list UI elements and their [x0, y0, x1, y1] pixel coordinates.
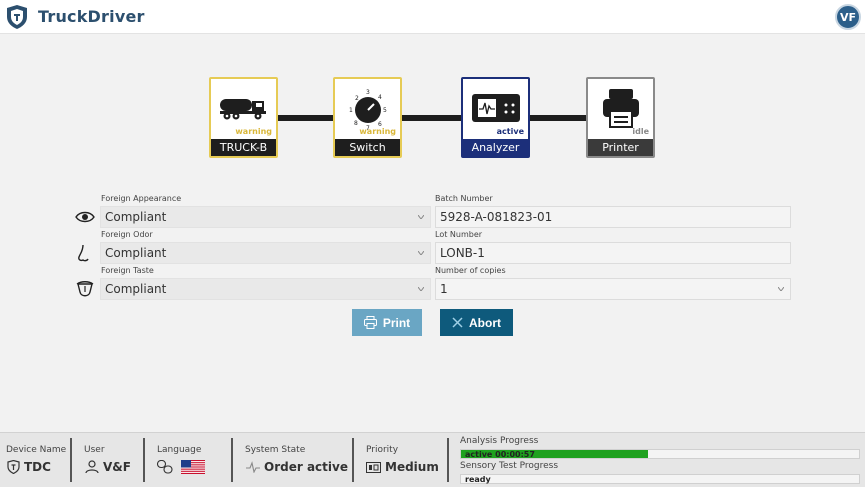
shield-logo-icon [7, 460, 20, 474]
dial-number: 1 [349, 107, 353, 114]
chevron-down-icon [778, 287, 784, 291]
batch-number-label: Batch Number [435, 194, 493, 203]
system-state-title: System State [245, 445, 306, 455]
sensory-progress-bar: ready [460, 474, 860, 484]
status-bar: Device Name TDC User V&F Language System… [0, 432, 865, 487]
translate-icon [157, 460, 173, 474]
switch-dial-icon: 1 2 3 4 5 6 7 8 [349, 89, 387, 130]
foreign-odor-value: Compliant [105, 246, 167, 260]
workflow-connector [270, 115, 590, 121]
foreign-odor-select[interactable]: Compliant [100, 242, 431, 264]
workflow-node-analyzer[interactable]: active Analyzer [461, 77, 530, 158]
node-state: warning [359, 127, 396, 136]
printer-icon [602, 89, 639, 128]
dial-number: 8 [354, 120, 358, 127]
dial-number: 3 [366, 89, 370, 96]
foreign-taste-select[interactable]: Compliant [100, 278, 431, 300]
chevron-down-icon [418, 287, 424, 291]
number-of-copies-select[interactable]: 1 [435, 278, 791, 300]
node-label: Analyzer [463, 139, 528, 156]
sensory-progress-text: ready [465, 475, 491, 484]
abort-button-label: Abort [469, 315, 501, 330]
priority-text: Medium [385, 460, 439, 474]
eye-icon [75, 211, 95, 223]
print-button[interactable]: Print [352, 309, 422, 336]
analysis-progress-title: Analysis Progress [460, 436, 539, 446]
shield-logo-icon [7, 5, 27, 29]
foreign-odor-label: Foreign Odor [101, 230, 153, 239]
abort-button[interactable]: Abort [440, 309, 513, 336]
workflow-node-switch[interactable]: 1 2 3 4 5 6 7 8 warning Switch [333, 77, 402, 158]
sensory-progress-title: Sensory Test Progress [460, 461, 559, 471]
dial-number: 2 [355, 95, 359, 102]
app-title: TruckDriver [38, 7, 145, 26]
app-header: TruckDriver VF [0, 0, 865, 34]
number-of-copies-label: Number of copies [435, 266, 506, 275]
analysis-progress-bar: active 00:00:57 [460, 449, 860, 459]
node-state: warning [235, 127, 272, 136]
divider [447, 438, 449, 482]
number-of-copies-value: 1 [440, 282, 448, 296]
node-label: Switch [335, 139, 400, 156]
foreign-appearance-label: Foreign Appearance [101, 194, 182, 203]
batch-number-field[interactable]: 5928-A-081823-01 [435, 206, 791, 228]
nose-icon [78, 244, 89, 262]
node-label: TRUCK-B [211, 139, 276, 156]
node-state: idle [632, 127, 649, 136]
workflow-node-printer[interactable]: idle Printer [586, 77, 655, 158]
priority-title: Priority [366, 445, 399, 455]
device-name-title: Device Name [6, 445, 67, 455]
printer-icon [363, 316, 377, 329]
foreign-taste-value: Compliant [105, 282, 167, 296]
user-icon [85, 460, 99, 474]
priority-value: Medium [366, 460, 439, 474]
close-icon [452, 317, 463, 328]
language-title: Language [157, 445, 202, 455]
workflow-node-truck[interactable]: warning TRUCK-B [209, 77, 278, 158]
user-avatar[interactable]: VF [835, 4, 861, 30]
dial-number: 4 [378, 94, 382, 101]
analyzer-icon [471, 94, 520, 122]
divider [143, 438, 145, 482]
node-state: active [496, 127, 524, 136]
divider [231, 438, 233, 482]
dial-number: 5 [383, 107, 387, 114]
device-name-value: TDC [7, 460, 51, 474]
tongue-icon [76, 281, 94, 297]
lot-number-value: LONB-1 [440, 246, 485, 260]
node-label: Printer [588, 139, 653, 156]
foreign-appearance-value: Compliant [105, 210, 167, 224]
device-name-text: TDC [24, 460, 51, 474]
system-state-value: Order active [246, 460, 348, 474]
user-title: User [84, 445, 105, 455]
user-value: V&F [85, 460, 131, 474]
chevron-down-icon [418, 215, 424, 219]
system-state-text: Order active [264, 460, 348, 474]
language-value[interactable] [157, 460, 205, 474]
us-flag-icon [181, 460, 205, 474]
analysis-progress-text: active 00:00:57 [465, 450, 535, 459]
divider [352, 438, 354, 482]
truck-icon [219, 99, 266, 120]
foreign-appearance-select[interactable]: Compliant [100, 206, 431, 228]
user-text: V&F [103, 460, 131, 474]
activity-icon [246, 461, 260, 473]
divider [70, 438, 72, 482]
lot-number-field[interactable]: LONB-1 [435, 242, 791, 264]
lot-number-label: Lot Number [435, 230, 483, 239]
chevron-down-icon [418, 251, 424, 255]
print-button-label: Print [382, 315, 411, 330]
foreign-taste-label: Foreign Taste [101, 266, 154, 275]
batch-number-value: 5928-A-081823-01 [440, 210, 553, 224]
priority-icon [366, 461, 381, 473]
